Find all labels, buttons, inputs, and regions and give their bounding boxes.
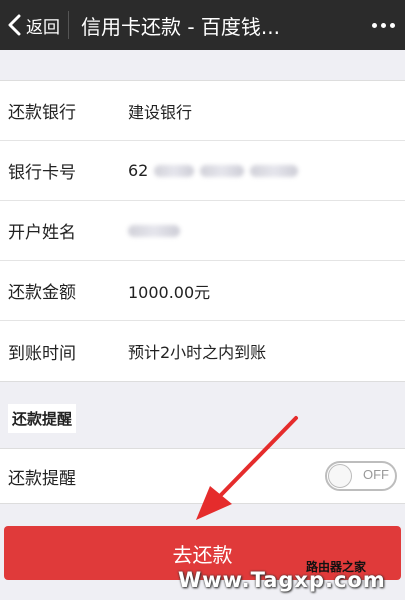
reminder-label: 还款提醒 [8, 468, 76, 489]
masked-card-digits [200, 164, 245, 177]
chevron-left-icon [8, 14, 21, 36]
back-button[interactable]: 返回 [0, 0, 60, 50]
detail-row-arrival-time: 到账时间 预计2小时之内到账 [0, 321, 405, 381]
page-title: 信用卡还款 - 百度钱... [81, 14, 281, 39]
back-label: 返回 [26, 17, 60, 38]
more-options-button[interactable] [361, 0, 405, 50]
masked-card-digits [250, 164, 299, 177]
more-dot-icon [380, 22, 386, 28]
top-bar: 返回 信用卡还款 - 百度钱... [0, 0, 405, 50]
card-number-prefix: 62 [128, 161, 149, 180]
detail-row-amount: 还款金额 1000.00元 [0, 261, 405, 321]
detail-value-container [128, 224, 180, 237]
reminder-row: 还款提醒 OFF [0, 448, 405, 504]
detail-row-bank: 还款银行 建设银行 [0, 81, 405, 141]
detail-value: 建设银行 [128, 102, 193, 122]
repayment-details-card: 还款银行 建设银行 银行卡号 62 开户姓名 还款金额 1000.00元 到账时… [0, 80, 405, 382]
detail-label: 银行卡号 [8, 163, 76, 183]
detail-value: 预计2小时之内到账 [128, 343, 267, 362]
detail-row-card-number: 银行卡号 62 [0, 141, 405, 201]
masked-card-digits [154, 164, 195, 177]
detail-value-container: 62 [128, 161, 299, 180]
detail-label: 还款银行 [8, 103, 76, 123]
header-divider [68, 11, 69, 39]
more-dot-icon [389, 22, 395, 28]
detail-label: 还款金额 [8, 283, 76, 303]
watermark-text: Www.Tagxp.com [178, 568, 386, 592]
toggle-state-label: OFF [363, 467, 389, 482]
detail-row-account-name: 开户姓名 [0, 201, 405, 261]
masked-account-name [128, 224, 180, 237]
detail-label: 开户姓名 [8, 223, 76, 243]
toggle-knob [328, 464, 352, 488]
reminder-section-header: 还款提醒 [0, 398, 405, 438]
more-dot-icon [371, 22, 377, 28]
section-title: 还款提醒 [8, 403, 77, 433]
detail-value: 1000.00元 [128, 282, 211, 302]
detail-label: 到账时间 [8, 343, 76, 364]
reminder-toggle[interactable]: OFF [325, 461, 397, 491]
